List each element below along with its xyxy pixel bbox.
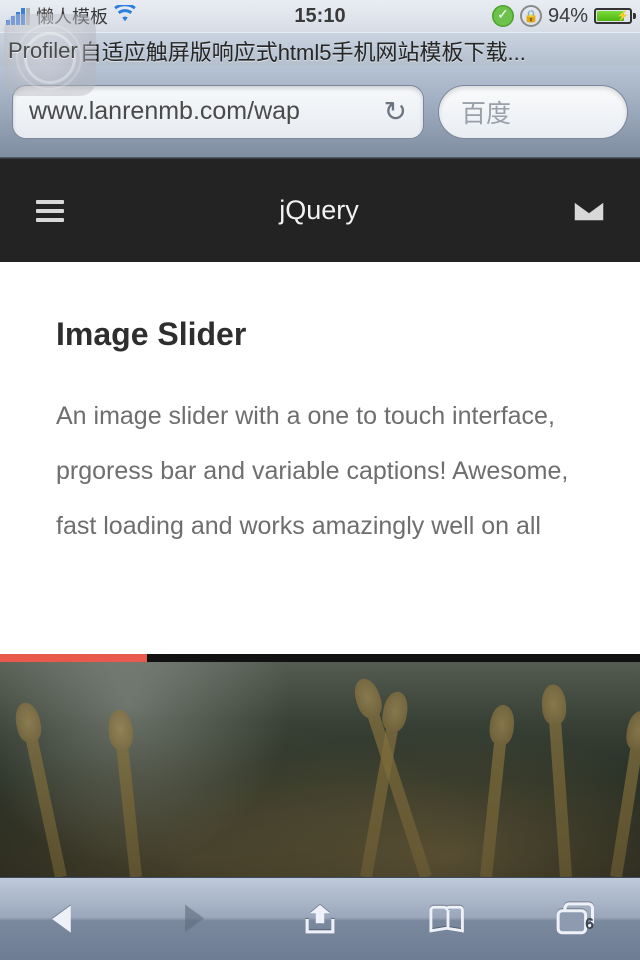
share-button[interactable]: [290, 894, 350, 944]
status-time: 15:10: [294, 5, 345, 28]
content-heading: Image Slider: [56, 316, 584, 353]
url-text: www.lanrenmb.com/wap: [29, 97, 374, 126]
browser-address-bar-row: www.lanrenmb.com/wap ↻ 百度: [0, 66, 640, 158]
status-right-cluster: 🔒 94% ⚡: [492, 5, 640, 28]
forward-button[interactable]: [162, 894, 222, 944]
orientation-lock-icon: 🔒: [520, 5, 542, 27]
mail-icon[interactable]: [574, 201, 604, 221]
main-content: Image Slider An image slider with a one …: [0, 262, 640, 554]
bookmarks-button[interactable]: [418, 894, 478, 944]
assistive-overlay-label: Profiler: [8, 38, 78, 64]
battery-icon: ⚡: [594, 8, 632, 24]
slider-progress-track: [0, 654, 640, 662]
wifi-icon: [114, 5, 136, 27]
page-title-text: 自适应触屏版响应式html5手机网站模板下载...: [80, 40, 526, 65]
back-button[interactable]: [34, 894, 94, 944]
browser-toolbar: 6: [0, 877, 640, 960]
browser-page-title: Profiler自适应触屏版响应式html5手机网站模板下载...: [0, 32, 640, 66]
tab-count: 6: [585, 916, 594, 934]
search-field[interactable]: 百度: [438, 85, 628, 139]
slider-progress-fill: [0, 654, 147, 662]
battery-percentage: 94%: [548, 5, 588, 28]
image-slider[interactable]: [0, 654, 640, 877]
reload-icon[interactable]: ↻: [374, 95, 407, 128]
ios-status-bar: 懒人模板 15:10 🔒 94% ⚡: [0, 0, 640, 32]
tabs-button[interactable]: 6: [546, 894, 606, 944]
menu-icon[interactable]: [36, 200, 64, 222]
search-placeholder: 百度: [461, 94, 511, 130]
content-paragraph: An image slider with a one to touch inte…: [56, 389, 584, 554]
slider-image: [0, 662, 640, 877]
site-title: jQuery: [279, 195, 359, 226]
site-header: jQuery: [0, 158, 640, 262]
security-badge-icon: [492, 5, 514, 27]
